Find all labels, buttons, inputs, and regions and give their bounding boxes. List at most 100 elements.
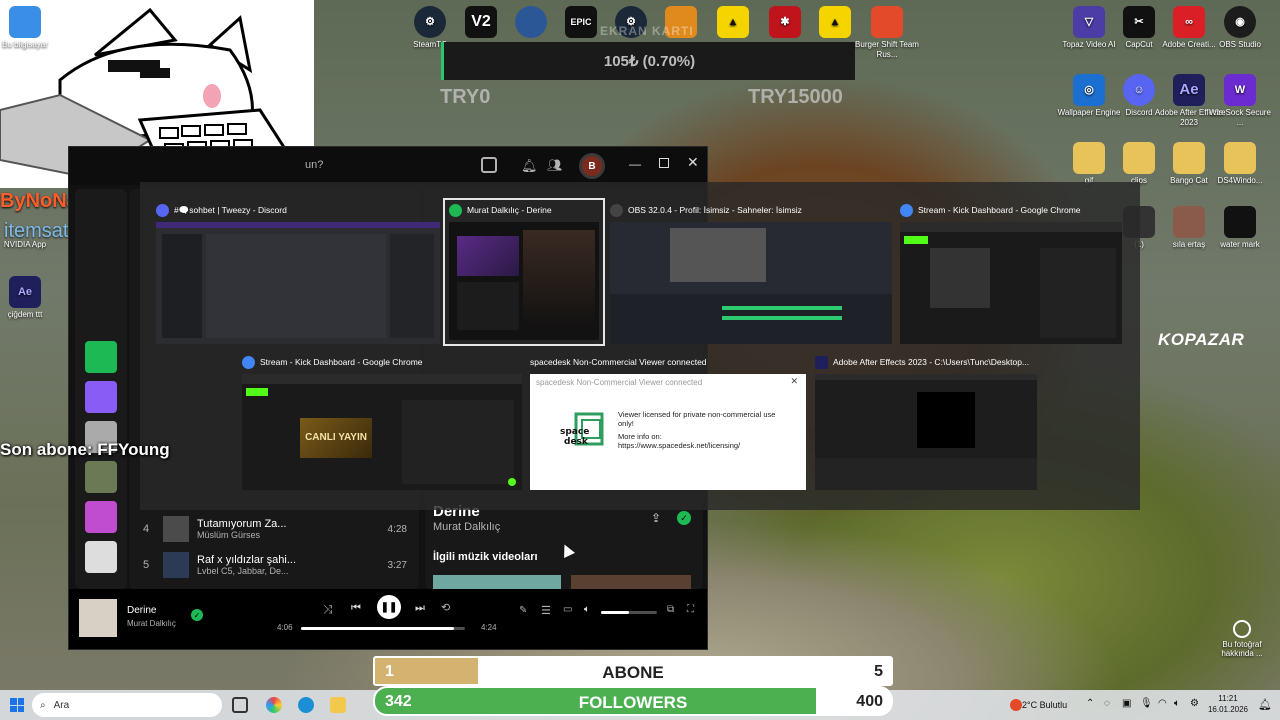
track-art [163, 516, 189, 542]
clock[interactable]: 11:21 16.01.2026 [1206, 693, 1250, 715]
goal-start: TRY0 [440, 86, 491, 108]
now-playing-artist: Murat Dalkılıç [433, 521, 501, 533]
desktop-icon-burger-shift[interactable]: Burger Shift Team Rus... [852, 6, 922, 60]
switcher-window-spotify[interactable]: Murat Dalkılıç - Derine [443, 198, 605, 346]
maximize-button[interactable] [659, 158, 669, 168]
related-videos-heading: İlgili müzik videoları [433, 551, 538, 563]
avatar[interactable]: B [579, 153, 605, 179]
switcher-window-spacedesk[interactable]: spacedesk Non-Commercial Viewer connecte… [530, 352, 808, 492]
playlist-cover[interactable] [85, 501, 117, 533]
close-icon[interactable]: ✕ [790, 376, 798, 387]
language-icon[interactable]: ⚙ [1190, 698, 1199, 709]
folder-icon [1224, 142, 1256, 174]
minimize-button[interactable]: — [629, 157, 641, 171]
player-track-title[interactable]: Derine [127, 605, 156, 616]
pause-button[interactable]: ❚❚ [377, 595, 401, 619]
devices-icon[interactable]: ▭ [563, 604, 572, 615]
repeat-icon[interactable]: ⟲ [441, 601, 450, 614]
window-preview [449, 222, 599, 340]
next-icon[interactable]: ⏭︎ [415, 602, 425, 615]
app-icon [515, 6, 547, 38]
saved-check-icon[interactable]: ✓ [191, 609, 203, 621]
spotify-icon [449, 203, 462, 217]
abone-bar: 1 ABONE 5 [373, 656, 893, 686]
wiresock-icon: W [1224, 74, 1256, 106]
shuffle-icon[interactable]: ⤨ [323, 602, 333, 617]
playlist-cover[interactable] [85, 541, 117, 573]
desktop-icon-ds4windows[interactable]: DS4Windo... [1205, 142, 1275, 186]
spacedesk-logo: space desk [558, 412, 608, 452]
ekran-karti-value: 105₺ (0.70%) [441, 42, 855, 80]
queue-icon[interactable]: ☰ [541, 604, 551, 617]
start-icon[interactable] [10, 698, 24, 712]
goal-end: TRY15000 [748, 86, 843, 108]
player-track-artist[interactable]: Murat Dalkılıç [127, 619, 176, 628]
spotify-sidebar [75, 189, 127, 589]
obs-icon [610, 203, 623, 217]
switcher-window-discord[interactable]: #🗨️sohbet | Tweezy - Discord [156, 200, 440, 344]
desktop-icon-this-pc[interactable]: Bu bilgisayar [0, 6, 60, 50]
desktop-icon-obs[interactable]: ◉ OBS Studio [1205, 6, 1275, 50]
liked-songs-icon[interactable] [85, 341, 117, 373]
kopazar-logo: KOPAZAR [1158, 330, 1245, 349]
microphone-icon[interactable]: 🎙︎ [1140, 698, 1153, 709]
miniplayer-icon[interactable]: ⧉ [667, 604, 674, 615]
volume-icon[interactable]: 🔈︎ [1174, 698, 1180, 709]
bell-icon[interactable]: 🔔︎ [521, 158, 538, 174]
friends-icon[interactable]: 👥︎ [547, 158, 562, 172]
computer-icon [9, 6, 41, 38]
volume-icon[interactable]: 🔈︎ [584, 604, 590, 615]
switcher-window-obs[interactable]: OBS 32.0.4 - Profil: İsimsiz - Sahneler:… [610, 200, 892, 344]
chrome-icon [242, 355, 255, 369]
total-time: 4:24 [481, 623, 497, 632]
volume-slider[interactable] [601, 611, 657, 614]
previous-icon[interactable]: ⏮︎ [351, 602, 361, 615]
file-explorer-icon[interactable] [330, 697, 346, 713]
saved-check-icon[interactable]: ✓ [677, 511, 691, 525]
browse-icon[interactable] [481, 157, 497, 173]
spacedesk-dialog: spacedesk Non-Commercial Viewer connecte… [530, 374, 806, 490]
weather-text[interactable]: 2°C Bulutlu [1022, 700, 1067, 710]
fullscreen-icon[interactable]: ⛶ [687, 604, 694, 615]
network-icon[interactable]: ◌ [1104, 698, 1110, 709]
desktop-icon-wiresock[interactable]: W WireSock Secure ... [1205, 74, 1275, 128]
switcher-window-after-effects[interactable]: Adobe After Effects 2023 - C:\Users\Tunc… [815, 352, 1037, 492]
album-art[interactable] [79, 599, 117, 637]
switcher-window-chrome-2[interactable]: Stream - Kick Dashboard - Google Chrome … [242, 352, 522, 492]
weather-icon[interactable] [1010, 699, 1022, 711]
folder-icon [1123, 142, 1155, 174]
svg-text:space: space [560, 427, 589, 437]
tray-app-icon[interactable]: ▣ [1122, 698, 1131, 709]
window-switcher: #🗨️sohbet | Tweezy - Discord Murat Dalkı… [140, 182, 1140, 510]
folder-icon [1073, 142, 1105, 174]
taskbar-search[interactable]: ⌕ Ara [32, 693, 222, 717]
spotify-search-text[interactable]: un? [305, 159, 323, 171]
share-icon[interactable]: ⇪ [651, 511, 661, 525]
creative-cloud-icon: ∞ [1173, 6, 1205, 38]
notifications-icon[interactable]: 🔔︎ [1258, 698, 1272, 711]
last-subscriber: Son abone: FFYoung [0, 440, 170, 459]
game-icon: ▲ [717, 6, 749, 38]
video-thumbnail[interactable] [433, 575, 561, 589]
desktop-icon-cigdem[interactable]: Ae çiğdem ttt [0, 276, 60, 320]
v2-icon: V2 [465, 6, 497, 38]
track-row[interactable]: 4 Tutamıyorum Za... Müslüm Gürses 4:28 [143, 511, 413, 547]
steam-icon: ⚙ [414, 6, 446, 38]
tray-chevron-icon[interactable]: ⌃ [1086, 698, 1094, 709]
topaz-icon: ▽ [1073, 6, 1105, 38]
playlist-icon[interactable] [85, 381, 117, 413]
desktop-icon-water-mark[interactable]: water mark [1205, 206, 1275, 250]
photo-info[interactable]: Bu fotoğraf hakkında ... [1218, 620, 1266, 658]
video-thumbnail[interactable] [571, 575, 691, 589]
progress-bar[interactable] [301, 627, 465, 630]
track-row[interactable]: 5 Raf x yıldızlar şahi... Lvbel C5, Jabb… [143, 547, 413, 583]
task-view-icon[interactable] [232, 697, 248, 713]
copilot-icon[interactable] [266, 697, 282, 713]
desktop-icon-nvidia[interactable]: NVIDIA App [0, 240, 60, 250]
playlist-cover[interactable] [85, 461, 117, 493]
edge-icon[interactable] [298, 697, 314, 713]
switcher-window-chrome-1[interactable]: Stream - Kick Dashboard - Google Chrome [900, 200, 1122, 344]
close-button[interactable]: ✕ [687, 154, 699, 171]
wifi-icon[interactable]: ◠ [1158, 698, 1167, 709]
lyrics-icon[interactable]: ✎ [519, 605, 527, 616]
